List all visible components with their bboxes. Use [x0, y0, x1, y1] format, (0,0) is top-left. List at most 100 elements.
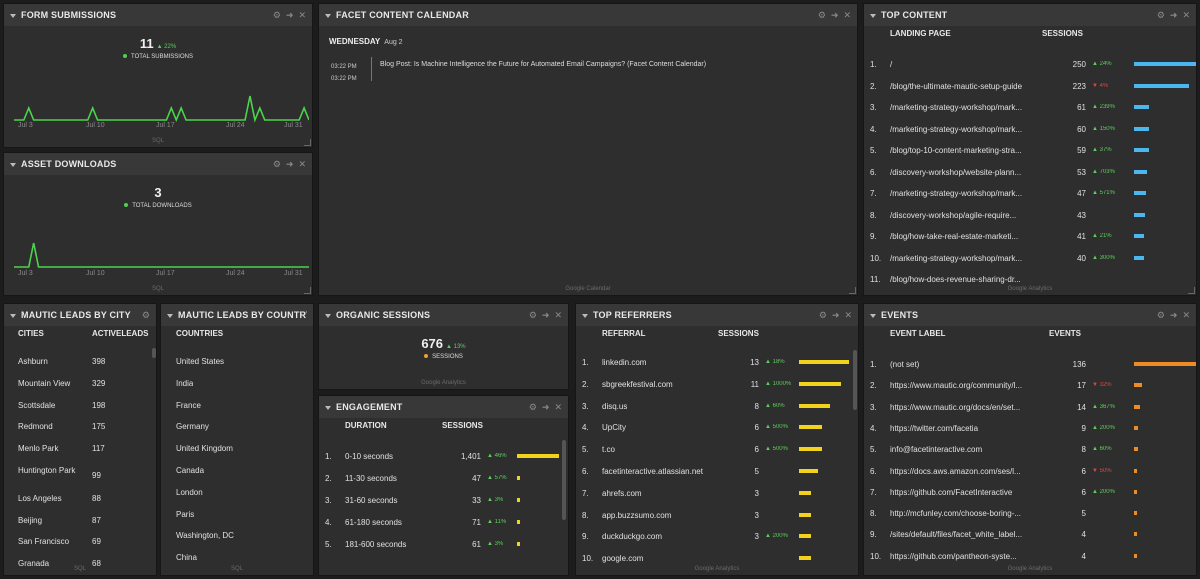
table-row[interactable]: 10. /marketing-strategy-workshop/mark... 4… [864, 254, 1196, 276]
gear-icon[interactable]: ⚙ [1157, 310, 1165, 321]
table-row[interactable]: 2. /blog/the-ultimate-mautic-setup-guide 2… [864, 82, 1196, 104]
resize-handle[interactable] [304, 139, 311, 146]
scrollbar[interactable] [152, 348, 156, 358]
table-row[interactable]: Canada [161, 466, 313, 488]
table-row[interactable]: United States [161, 357, 313, 379]
arrow-icon[interactable]: ➜ [831, 10, 839, 21]
widget-header[interactable]: ENGAGEMENT ⚙ ➜ ✕ [319, 396, 568, 418]
gear-icon[interactable]: ⚙ [273, 159, 281, 170]
table-row[interactable]: United Kingdom [161, 444, 313, 466]
table-row[interactable]: 8. /discovery-workshop/agile-require... 43 [864, 211, 1196, 233]
resize-handle[interactable] [304, 287, 311, 294]
table-row[interactable]: 3. https://www.mautic.org/docs/en/set... 1… [864, 403, 1196, 425]
table-row[interactable]: 9. /sites/default/files/facet_white_label… [864, 530, 1196, 552]
widget-footer: Google Analytics [694, 566, 740, 572]
table-row[interactable]: 8. app.buzzsumo.com 3 [576, 511, 858, 533]
table-row[interactable]: Ashburn 398 [4, 357, 156, 379]
arrow-icon[interactable]: ➜ [286, 10, 294, 21]
table-row[interactable]: France [161, 401, 313, 423]
arrow-icon[interactable]: ➜ [1170, 310, 1178, 321]
table-row[interactable]: 3. disq.us 8 ▲ 60% [576, 402, 858, 424]
table-row[interactable]: 2. https://www.mautic.org/community/l... 1… [864, 381, 1196, 403]
table-row[interactable]: Huntington Park 99 [4, 466, 156, 488]
table-row[interactable]: 5. t.co 6 ▲ 500% [576, 445, 858, 467]
row-rank: 9. [870, 530, 877, 540]
widget-header[interactable]: TOP CONTENT ⚙ ➜ ✕ [864, 4, 1196, 26]
gear-icon[interactable]: ⚙ [529, 402, 537, 413]
gear-icon[interactable]: ⚙ [273, 10, 281, 21]
widget-header[interactable]: EVENTS ⚙ ➜ ✕ [864, 304, 1196, 326]
table-row[interactable]: 4. 61-180 seconds 71 ▲ 11% [319, 518, 568, 540]
table-row[interactable]: Spain [161, 575, 313, 576]
table-row[interactable]: London [161, 488, 313, 510]
widget-header[interactable]: FACET CONTENT CALENDAR ⚙ ➜ ✕ [319, 4, 857, 26]
table-row[interactable]: 1. linkedin.com 13 ▲ 18% [576, 358, 858, 380]
calendar-event[interactable]: Blog Post: Is Machine Intelligence the F… [380, 61, 706, 68]
gear-icon[interactable]: ⚙ [1157, 10, 1165, 21]
close-icon[interactable]: ✕ [1182, 310, 1190, 321]
close-icon[interactable]: ✕ [843, 10, 851, 21]
table-row[interactable]: 6. https://docs.aws.amazon.com/ses/l... 6 ▼… [864, 467, 1196, 489]
row-value: 5 [754, 467, 759, 476]
table-row[interactable]: 1. (not set) 136 [864, 360, 1196, 382]
table-row[interactable]: 2. 11-30 seconds 47 ▲ 57% [319, 474, 568, 496]
gear-icon[interactable]: ⚙ [142, 310, 150, 321]
table-row[interactable]: Scottsdale 198 [4, 401, 156, 423]
table-row[interactable]: 7. /marketing-strategy-workshop/mark... 47… [864, 189, 1196, 211]
table-row[interactable]: 2. sbgreekfestival.com 11 ▲ 1000% [576, 380, 858, 402]
scrollbar[interactable] [562, 440, 566, 520]
table-row[interactable]: Los Angeles 88 [4, 494, 156, 516]
widget-header[interactable]: MAUTIC LEADS BY COUNTRY [161, 304, 313, 326]
table-row[interactable]: 6. /discovery-workshop/website-plann... 53… [864, 168, 1196, 190]
table-row[interactable]: 8. http://mcfunley.com/choose-boring-... 5 [864, 509, 1196, 531]
row-change: ▲ 24% [1092, 61, 1112, 67]
gear-icon[interactable]: ⚙ [818, 10, 826, 21]
close-icon[interactable]: ✕ [554, 402, 562, 413]
row-rank: 7. [870, 189, 877, 198]
table-row[interactable]: 4. UpCity 6 ▲ 500% [576, 423, 858, 445]
widget-header[interactable]: ORGANIC SESSIONS ⚙ ➜ ✕ [319, 304, 568, 326]
close-icon[interactable]: ✕ [554, 310, 562, 321]
resize-handle[interactable] [849, 287, 856, 294]
table-row[interactable]: 4. https://twitter.com/facetia 9 ▲ 200% [864, 424, 1196, 446]
resize-handle[interactable] [1188, 287, 1195, 294]
table-row[interactable]: Redmond 175 [4, 422, 156, 444]
gear-icon[interactable]: ⚙ [529, 310, 537, 321]
close-icon[interactable]: ✕ [298, 159, 306, 170]
table-row[interactable]: 6. facetinteractive.atlassian.net 5 [576, 467, 858, 489]
widget-header[interactable]: MAUTIC LEADS BY CITY ⚙ [4, 304, 156, 326]
table-row[interactable]: 7. ahrefs.com 3 [576, 489, 858, 511]
table-row[interactable]: Washington, DC [161, 531, 313, 553]
table-row[interactable]: Menlo Park 117 [4, 444, 156, 466]
widget-header[interactable]: ASSET DOWNLOADS ⚙ ➜ ✕ [4, 153, 312, 175]
table-row[interactable]: 5. 181-600 seconds 61 ▲ 3% [319, 540, 568, 562]
table-row[interactable]: Beijing 87 [4, 516, 156, 538]
close-icon[interactable]: ✕ [844, 310, 852, 321]
table-row[interactable]: 9. duckduckgo.com 3 ▲ 200% [576, 532, 858, 554]
close-icon[interactable]: ✕ [298, 10, 306, 21]
table-row[interactable]: Germany [161, 422, 313, 444]
table-row[interactable]: 3. /marketing-strategy-workshop/mark... 61… [864, 103, 1196, 125]
table-row[interactable]: San Francisco 69 [4, 537, 156, 559]
widget-header[interactable]: TOP REFERRERS ⚙ ➜ ✕ [576, 304, 858, 326]
arrow-icon[interactable]: ➜ [832, 310, 840, 321]
table-row[interactable]: 1. / 250 ▲ 24% [864, 60, 1196, 82]
table-row[interactable]: 5. info@facetinteractive.com 8 ▲ 60% [864, 445, 1196, 467]
arrow-icon[interactable]: ➜ [542, 310, 550, 321]
gear-icon[interactable]: ⚙ [819, 310, 827, 321]
table-row[interactable]: Mountain View 329 [4, 379, 156, 401]
table-row[interactable]: India [161, 379, 313, 401]
table-row[interactable]: 9. /blog/how-take-real-estate-marketi... 4… [864, 232, 1196, 254]
close-icon[interactable]: ✕ [1182, 10, 1190, 21]
arrow-icon[interactable]: ➜ [542, 402, 550, 413]
table-row[interactable]: 5. /blog/top-10-content-marketing-stra...… [864, 146, 1196, 168]
table-row[interactable]: 1. 0-10 seconds 1,401 ▲ 46% [319, 452, 568, 474]
table-row[interactable]: 4. /marketing-strategy-workshop/mark... 60… [864, 125, 1196, 147]
widget-header[interactable]: FORM SUBMISSIONS ⚙ ➜ ✕ [4, 4, 312, 26]
table-row[interactable]: 3. 31-60 seconds 33 ▲ 3% [319, 496, 568, 518]
table-row[interactable]: Paris [161, 510, 313, 532]
arrow-icon[interactable]: ➜ [286, 159, 294, 170]
table-row[interactable]: 7. https://github.com/FacetInteractive 6 ▲ … [864, 488, 1196, 510]
arrow-icon[interactable]: ➜ [1170, 10, 1178, 21]
scrollbar[interactable] [853, 350, 857, 410]
